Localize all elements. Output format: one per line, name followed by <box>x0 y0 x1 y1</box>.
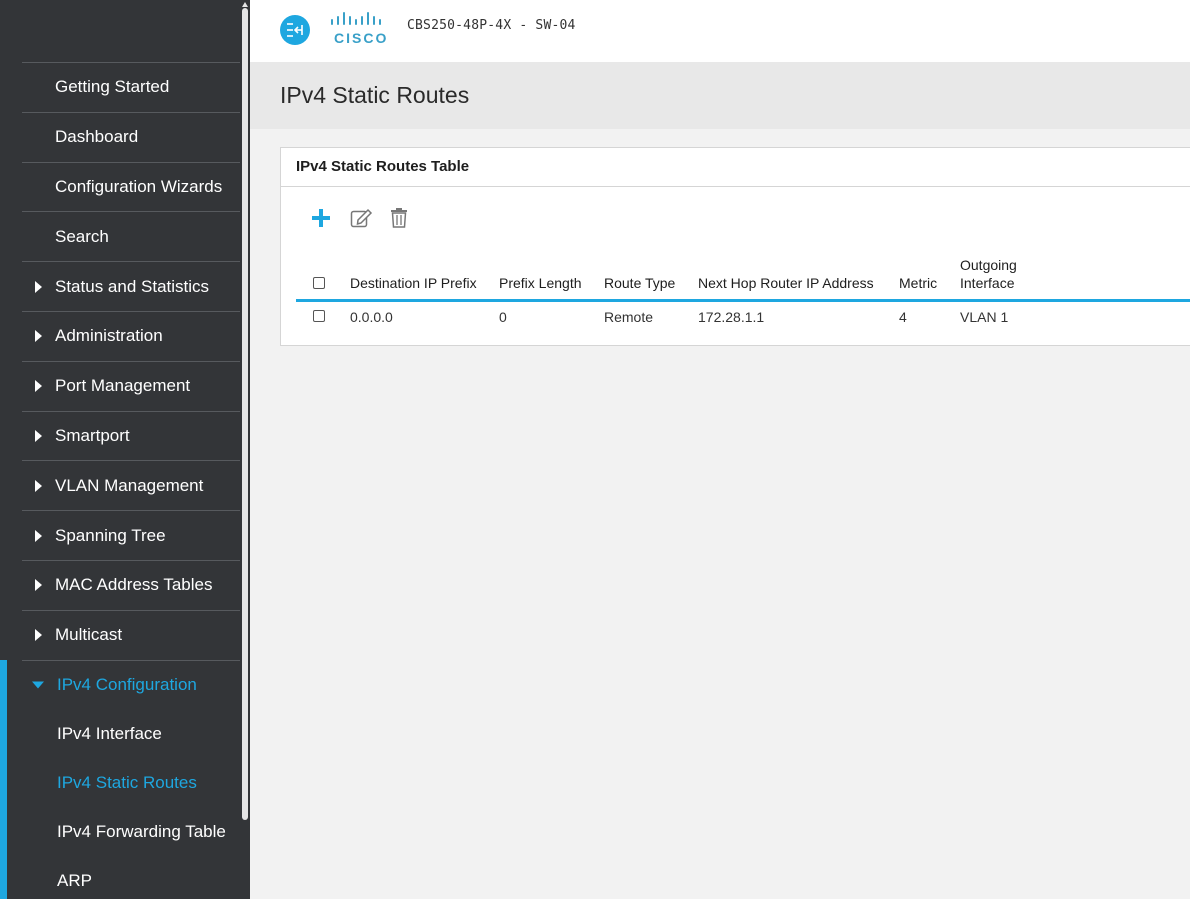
add-button[interactable] <box>309 206 333 230</box>
scroll-up-arrow-icon[interactable] <box>242 2 248 7</box>
column-header-destination[interactable]: Destination IP Prefix <box>350 274 477 292</box>
top-header: CISCO CBS250-48P-4X - SW-04 <box>250 0 1190 62</box>
column-header-outgoing-line1[interactable]: Outgoing <box>960 256 1017 274</box>
table-header-row: Destination IP Prefix Prefix Length Rout… <box>296 254 1190 302</box>
sidebar-item-spanning-tree[interactable]: Spanning Tree <box>22 510 240 560</box>
sidebar-item-label: Configuration Wizards <box>55 176 223 196</box>
sidebar-item-label: Getting Started <box>55 77 170 97</box>
device-name: CBS250-48P-4X - SW-04 <box>407 18 576 33</box>
caret-right-icon <box>35 380 42 393</box>
sidebar-collapse-button[interactable] <box>280 15 310 45</box>
sidebar-item-label: Administration <box>55 326 163 346</box>
column-header-metric[interactable]: Metric <box>899 274 937 292</box>
sidebar-scrollbar-thumb[interactable] <box>242 8 248 820</box>
caret-right-icon <box>35 479 42 492</box>
page-title: IPv4 Static Routes <box>280 82 470 108</box>
sidebar-subitem-ipv4-interface[interactable]: IPv4 Interface <box>22 709 240 758</box>
cisco-bridge-icon <box>331 12 381 25</box>
delete-button[interactable] <box>387 206 411 230</box>
sidebar-subitem-label: ARP <box>57 870 92 890</box>
sidebar-item-getting-started[interactable]: Getting Started <box>22 62 240 112</box>
sidebar-item-label: Search <box>55 226 109 246</box>
edit-button[interactable] <box>349 206 373 230</box>
edit-icon <box>350 208 373 228</box>
sidebar-item-ipv4-configuration[interactable]: IPv4 Configuration <box>22 659 240 710</box>
cell-outgoing-interface: VLAN 1 <box>960 309 1009 325</box>
sidebar-subitem-label: IPv4 Interface <box>57 723 162 743</box>
caret-right-icon <box>35 529 42 542</box>
column-header-route-type[interactable]: Route Type <box>604 274 675 292</box>
table-row[interactable]: 0.0.0.0 0 Remote 172.28.1.1 4 VLAN 1 <box>296 302 1190 332</box>
caret-right-icon <box>35 330 42 343</box>
sidebar-item-status-and-statistics[interactable]: Status and Statistics <box>22 261 240 311</box>
sidebar-item-search[interactable]: Search <box>22 211 240 261</box>
column-header-outgoing-line2: Interface <box>960 275 1015 291</box>
sidebar-item-multicast[interactable]: Multicast <box>22 609 240 660</box>
sidebar-item-administration[interactable]: Administration <box>22 310 240 361</box>
sidebar-item-label: Dashboard <box>55 127 139 147</box>
cisco-logo-text: CISCO <box>334 30 389 46</box>
sidebar-subitem-arp[interactable]: ARP <box>22 856 240 899</box>
sidebar-item-label: IPv4 Configuration <box>57 674 197 694</box>
sidebar: Getting Started Dashboard Configuration … <box>0 0 250 899</box>
sidebar-item-label: Smartport <box>55 425 130 445</box>
caret-right-icon <box>35 280 42 293</box>
panel-title: IPv4 Static Routes Table <box>296 158 470 175</box>
cell-next-hop: 172.28.1.1 <box>698 309 765 325</box>
sidebar-item-smartport[interactable]: Smartport <box>22 410 240 461</box>
collapse-arrows-icon <box>287 23 303 37</box>
cisco-logo: CISCO <box>330 12 390 46</box>
sidebar-item-vlan-management[interactable]: VLAN Management <box>22 460 240 510</box>
sidebar-item-label: MAC Address Tables <box>55 575 213 595</box>
sidebar-item-mac-address-tables[interactable]: MAC Address Tables <box>22 559 240 610</box>
sidebar-subitem-ipv4-forwarding-table[interactable]: IPv4 Forwarding Table <box>22 807 240 856</box>
sidebar-item-label: Status and Statistics <box>55 276 210 296</box>
sidebar-nav: Getting Started Dashboard Configuration … <box>0 62 240 899</box>
static-routes-panel: IPv4 Static Routes Table Destination IP … <box>280 147 1190 346</box>
title-band: IPv4 Static Routes <box>250 62 1190 129</box>
caret-right-icon <box>35 579 42 592</box>
sidebar-item-label: VLAN Management <box>55 475 204 495</box>
column-header-prefix-length[interactable]: Prefix Length <box>499 274 582 292</box>
sidebar-item-configuration-wizards[interactable]: Configuration Wizards <box>22 161 240 212</box>
sidebar-subitem-ipv4-static-routes[interactable]: IPv4 Static Routes <box>22 758 240 807</box>
cell-metric: 4 <box>899 309 907 325</box>
sidebar-subitem-label: IPv4 Forwarding Table <box>57 821 226 841</box>
sidebar-item-label: Multicast <box>55 625 123 645</box>
sidebar-item-label: Spanning Tree <box>55 525 166 545</box>
caret-right-icon <box>35 429 42 442</box>
trash-icon <box>391 208 407 228</box>
cell-prefix-length: 0 <box>499 309 507 325</box>
cell-destination: 0.0.0.0 <box>350 309 393 325</box>
column-header-next-hop[interactable]: Next Hop Router IP Address <box>698 274 874 292</box>
row-checkbox[interactable] <box>313 310 325 322</box>
plus-icon <box>312 209 330 227</box>
sidebar-item-label: Port Management <box>55 376 191 396</box>
caret-down-icon <box>32 681 44 689</box>
sidebar-item-port-management[interactable]: Port Management <box>22 360 240 411</box>
panel-header: IPv4 Static Routes Table <box>281 148 1190 187</box>
static-routes-table: Destination IP Prefix Prefix Length Rout… <box>296 254 1190 332</box>
select-all-checkbox[interactable] <box>313 277 325 289</box>
caret-right-icon <box>35 629 42 642</box>
cell-route-type: Remote <box>604 309 654 325</box>
sidebar-item-dashboard[interactable]: Dashboard <box>22 111 240 162</box>
sidebar-subitem-label: IPv4 Static Routes <box>57 772 197 792</box>
